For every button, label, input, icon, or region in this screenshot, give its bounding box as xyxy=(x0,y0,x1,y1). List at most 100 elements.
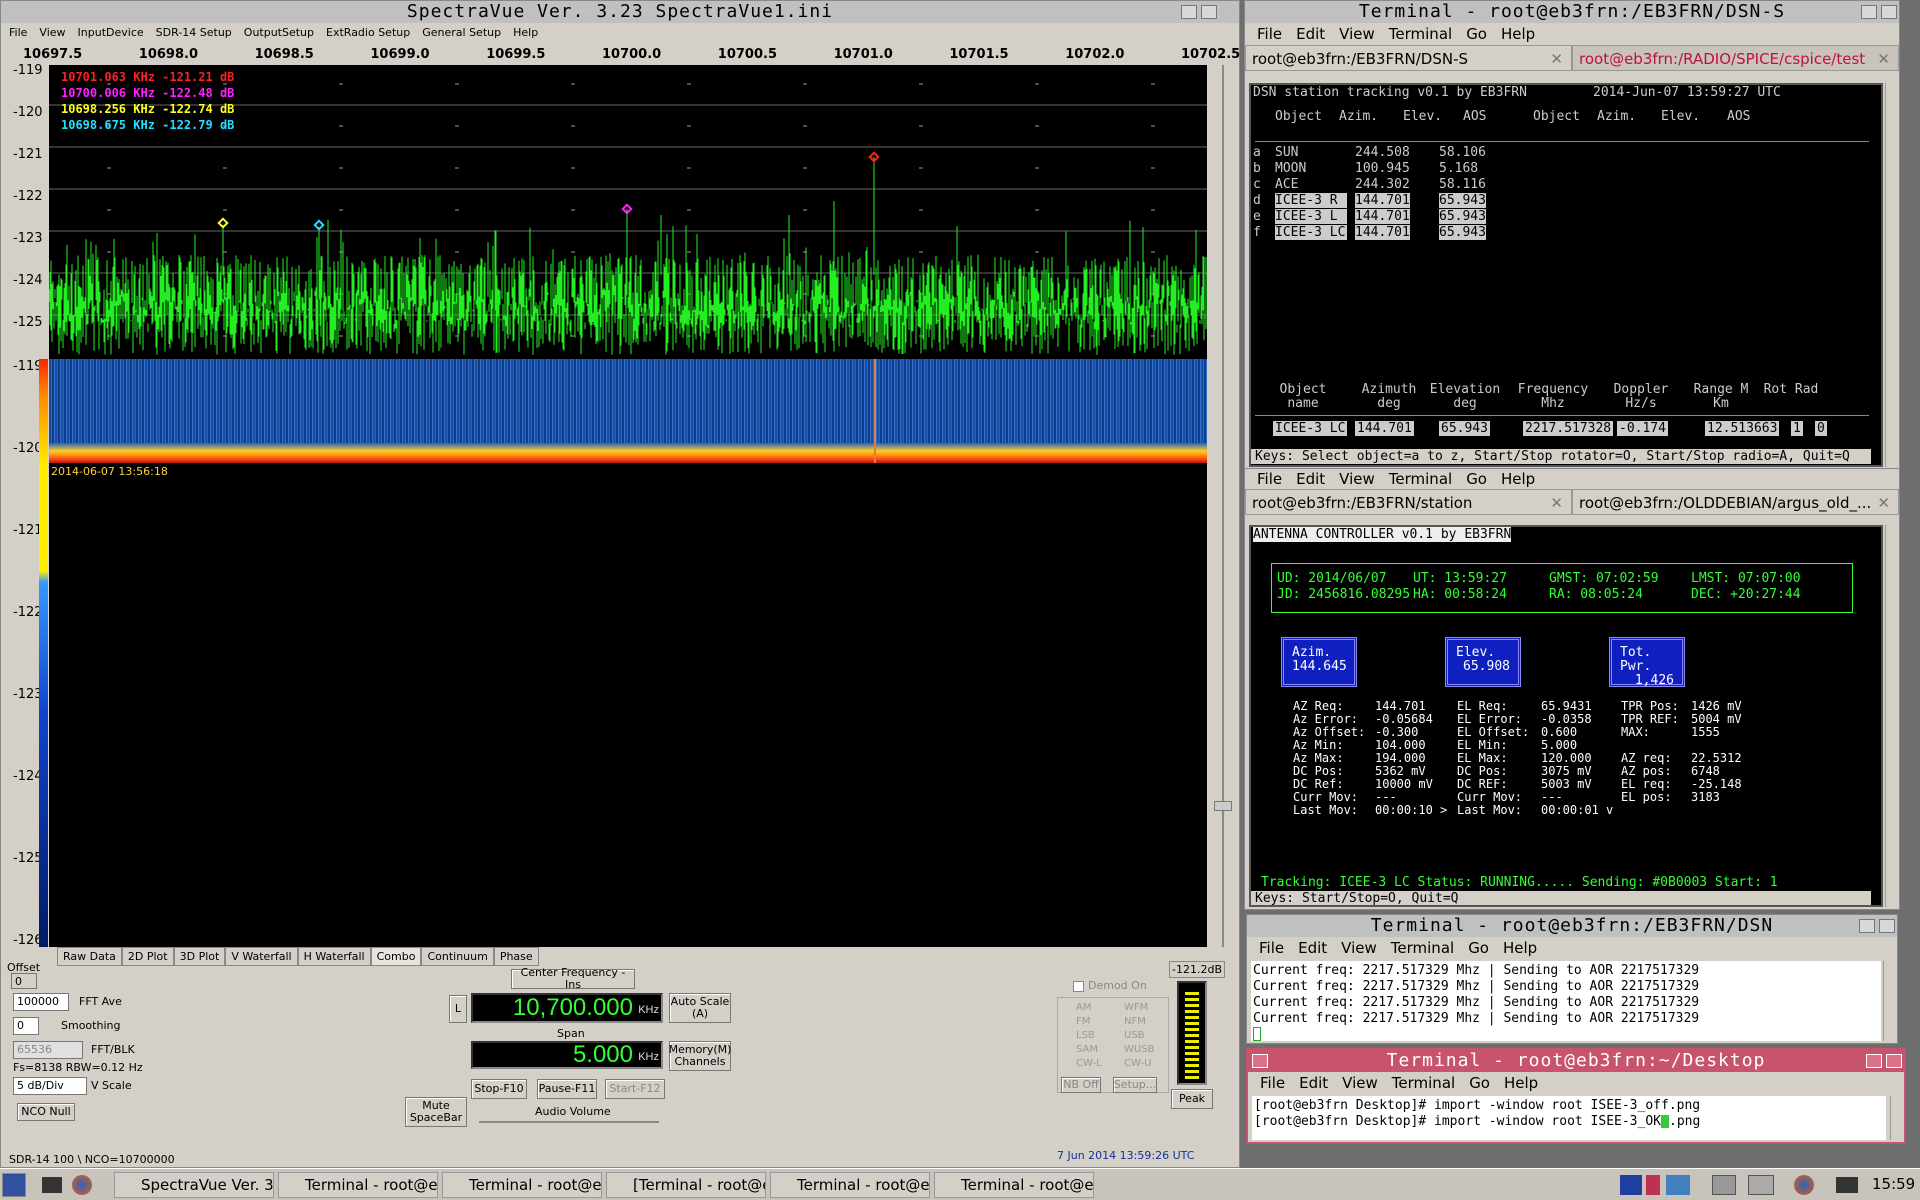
demod-setup-button[interactable]: Setup... xyxy=(1113,1077,1157,1093)
slider-thumb[interactable] xyxy=(1214,801,1232,811)
tray-terminal-icon[interactable] xyxy=(1836,1177,1858,1193)
menu-item-go[interactable]: Go xyxy=(1466,25,1487,43)
audio-volume-slider[interactable] xyxy=(479,1121,659,1123)
tray-network-icon[interactable] xyxy=(1666,1175,1690,1195)
menu-item-terminal[interactable]: Terminal xyxy=(1392,1074,1455,1092)
mode-radio-wfm[interactable]: WFM xyxy=(1112,1002,1148,1013)
auto-scale-button[interactable]: Auto Scale (A) xyxy=(669,993,731,1023)
mode-radio-am[interactable]: AM xyxy=(1064,1002,1091,1013)
vscale-select[interactable]: 5 dB/Div xyxy=(13,1077,87,1095)
row-key[interactable]: d xyxy=(1253,193,1261,208)
menu-item-edit[interactable]: Edit xyxy=(1298,939,1327,957)
center-frequency-button[interactable]: Center Frequency - Ins xyxy=(511,967,635,991)
taskbar-item[interactable]: Terminal - root@eb3fr... xyxy=(442,1172,602,1198)
maximize-icon[interactable] xyxy=(1879,919,1895,933)
demod-on-checkbox[interactable]: Demod On xyxy=(1073,979,1147,992)
menu-item-general-setup[interactable]: General Setup xyxy=(422,26,501,39)
menu-item-view[interactable]: View xyxy=(1341,939,1377,957)
menu-item-edit[interactable]: Edit xyxy=(1296,25,1325,43)
spectrum-display[interactable]: 10701.063 KHz -121.21 dB 10700.006 KHz -1… xyxy=(49,65,1207,359)
menu-item-help[interactable]: Help xyxy=(1503,939,1537,957)
taskbar-item[interactable]: Terminal - root@eb3fr... xyxy=(278,1172,438,1198)
minimize-icon[interactable] xyxy=(1859,919,1875,933)
menu-item-view[interactable]: View xyxy=(1339,25,1375,43)
row-key[interactable]: f xyxy=(1253,225,1261,240)
window-menu-icon[interactable] xyxy=(1252,1054,1268,1068)
menu-item-help[interactable]: Help xyxy=(1501,470,1535,488)
tray-display-icon[interactable] xyxy=(1712,1175,1736,1195)
menu-item-help[interactable]: Help xyxy=(1501,25,1535,43)
dsn-titlebar[interactable]: Terminal - root@eb3frn:/EB3FRN/DSN xyxy=(1247,915,1897,937)
menu-item-view[interactable]: View xyxy=(1339,470,1375,488)
mode-radio-nfm[interactable]: NFM xyxy=(1112,1016,1146,1027)
tab-combo[interactable]: Combo xyxy=(370,947,422,966)
tray-window-icon[interactable] xyxy=(1748,1175,1774,1195)
pause-button[interactable]: Pause-F11 xyxy=(537,1079,597,1099)
desktop-titlebar[interactable]: Terminal - root@eb3frn:~/Desktop xyxy=(1248,1050,1904,1072)
mode-radio-wusb[interactable]: WUSB xyxy=(1112,1044,1154,1055)
menu-item-edit[interactable]: Edit xyxy=(1296,470,1325,488)
tray-flag-icon[interactable] xyxy=(1646,1175,1660,1195)
maximize-icon[interactable] xyxy=(1201,5,1217,19)
menu-item-edit[interactable]: Edit xyxy=(1299,1074,1328,1092)
tab-raw-data[interactable]: Raw Data xyxy=(57,947,122,966)
menu-item-file[interactable]: File xyxy=(1257,25,1282,43)
menu-item-view[interactable]: View xyxy=(1342,1074,1378,1092)
start-button[interactable]: Start-F12 xyxy=(605,1079,665,1099)
tab-station[interactable]: root@eb3frn:/EB3FRN/station ✕ xyxy=(1245,489,1572,515)
menu-item-help[interactable]: Help xyxy=(1504,1074,1538,1092)
smoothing-field[interactable]: 0 xyxy=(13,1017,39,1035)
menu-item-sdr-14-setup[interactable]: SDR-14 Setup xyxy=(156,26,232,39)
menu-item-extradio-setup[interactable]: ExtRadio Setup xyxy=(326,26,410,39)
station-terminal[interactable]: ANTENNA CONTROLLER v0.1 by EB3FRN UD: 20… xyxy=(1249,525,1883,907)
offset-field[interactable]: 0 xyxy=(11,973,37,989)
mode-radio-usb[interactable]: USB xyxy=(1112,1030,1145,1041)
firefox-launcher-icon[interactable] xyxy=(72,1175,92,1195)
spectravue-titlebar[interactable]: SpectraVue Ver. 3.23 SpectraVue1.ini xyxy=(1,1,1239,23)
minimize-icon[interactable] xyxy=(1866,1054,1882,1068)
maximize-icon[interactable] xyxy=(1886,1054,1902,1068)
menu-item-inputdevice[interactable]: InputDevice xyxy=(78,26,144,39)
menu-item-file[interactable]: File xyxy=(1257,470,1282,488)
menu-item-help[interactable]: Help xyxy=(513,26,538,39)
row-key[interactable]: e xyxy=(1253,209,1261,224)
taskbar-item[interactable]: Terminal - root@eb3fr... xyxy=(934,1172,1094,1198)
close-tab-icon[interactable]: ✕ xyxy=(1550,494,1563,512)
fft-ave-field[interactable]: 100000 xyxy=(13,993,69,1011)
stop-button[interactable]: Stop-F10 xyxy=(471,1079,527,1099)
menu-item-file[interactable]: File xyxy=(1259,939,1284,957)
tray-firefox-icon[interactable] xyxy=(1794,1175,1814,1195)
tray-keyboard-icon[interactable] xyxy=(1620,1175,1642,1195)
tab-h-waterfall[interactable]: H Waterfall xyxy=(297,947,371,966)
close-tab-icon[interactable]: ✕ xyxy=(1877,50,1890,68)
tab-3d-plot[interactable]: 3D Plot xyxy=(173,947,226,966)
start-menu-icon[interactable] xyxy=(2,1173,26,1197)
taskbar-item[interactable]: [Terminal - root@eb3f... xyxy=(606,1172,766,1198)
vertical-slider[interactable] xyxy=(1213,65,1233,947)
menu-item-terminal[interactable]: Terminal xyxy=(1389,470,1452,488)
mode-radio-cw-l[interactable]: CW-L xyxy=(1064,1058,1102,1069)
mode-radio-cw-u[interactable]: CW-U xyxy=(1112,1058,1151,1069)
mode-radio-sam[interactable]: SAM xyxy=(1064,1044,1098,1055)
dsn-s-titlebar[interactable]: Terminal - root@eb3frn:/EB3FRN/DSN-S xyxy=(1245,1,1899,23)
dsn-s-scrollbar[interactable] xyxy=(1885,83,1899,467)
dsn-s-terminal[interactable]: DSN station tracking v0.1 by EB3FRN 2014… xyxy=(1249,83,1883,467)
menu-item-file[interactable]: File xyxy=(9,26,27,39)
row-key[interactable]: c xyxy=(1253,177,1261,192)
tab-continuum[interactable]: Continuum xyxy=(421,947,494,966)
menu-item-terminal[interactable]: Terminal xyxy=(1391,939,1454,957)
tab-v-waterfall[interactable]: V Waterfall xyxy=(225,947,298,966)
terminal-launcher-icon[interactable] xyxy=(42,1177,62,1193)
mode-radio-fm[interactable]: FM xyxy=(1064,1016,1090,1027)
tab-phase[interactable]: Phase xyxy=(493,947,539,966)
menu-item-file[interactable]: File xyxy=(1260,1074,1285,1092)
tab-cspice-test[interactable]: root@eb3frn:/RADIO/SPICE/cspice/test ✕ xyxy=(1572,45,1899,71)
peak-button[interactable]: Peak xyxy=(1171,1089,1213,1109)
memory-channels-button[interactable]: Memory(M) Channels xyxy=(669,1041,731,1071)
tab-2d-plot[interactable]: 2D Plot xyxy=(121,947,174,966)
nb-off-button[interactable]: NB Off xyxy=(1061,1077,1101,1093)
menu-item-outputsetup[interactable]: OutputSetup xyxy=(244,26,314,39)
menu-item-view[interactable]: View xyxy=(39,26,65,39)
tab-dsn-s[interactable]: root@eb3frn:/EB3FRN/DSN-S ✕ xyxy=(1245,45,1572,71)
tab-argus[interactable]: root@eb3frn:/OLDDEBIAN/argus_old_... ✕ xyxy=(1572,489,1899,515)
